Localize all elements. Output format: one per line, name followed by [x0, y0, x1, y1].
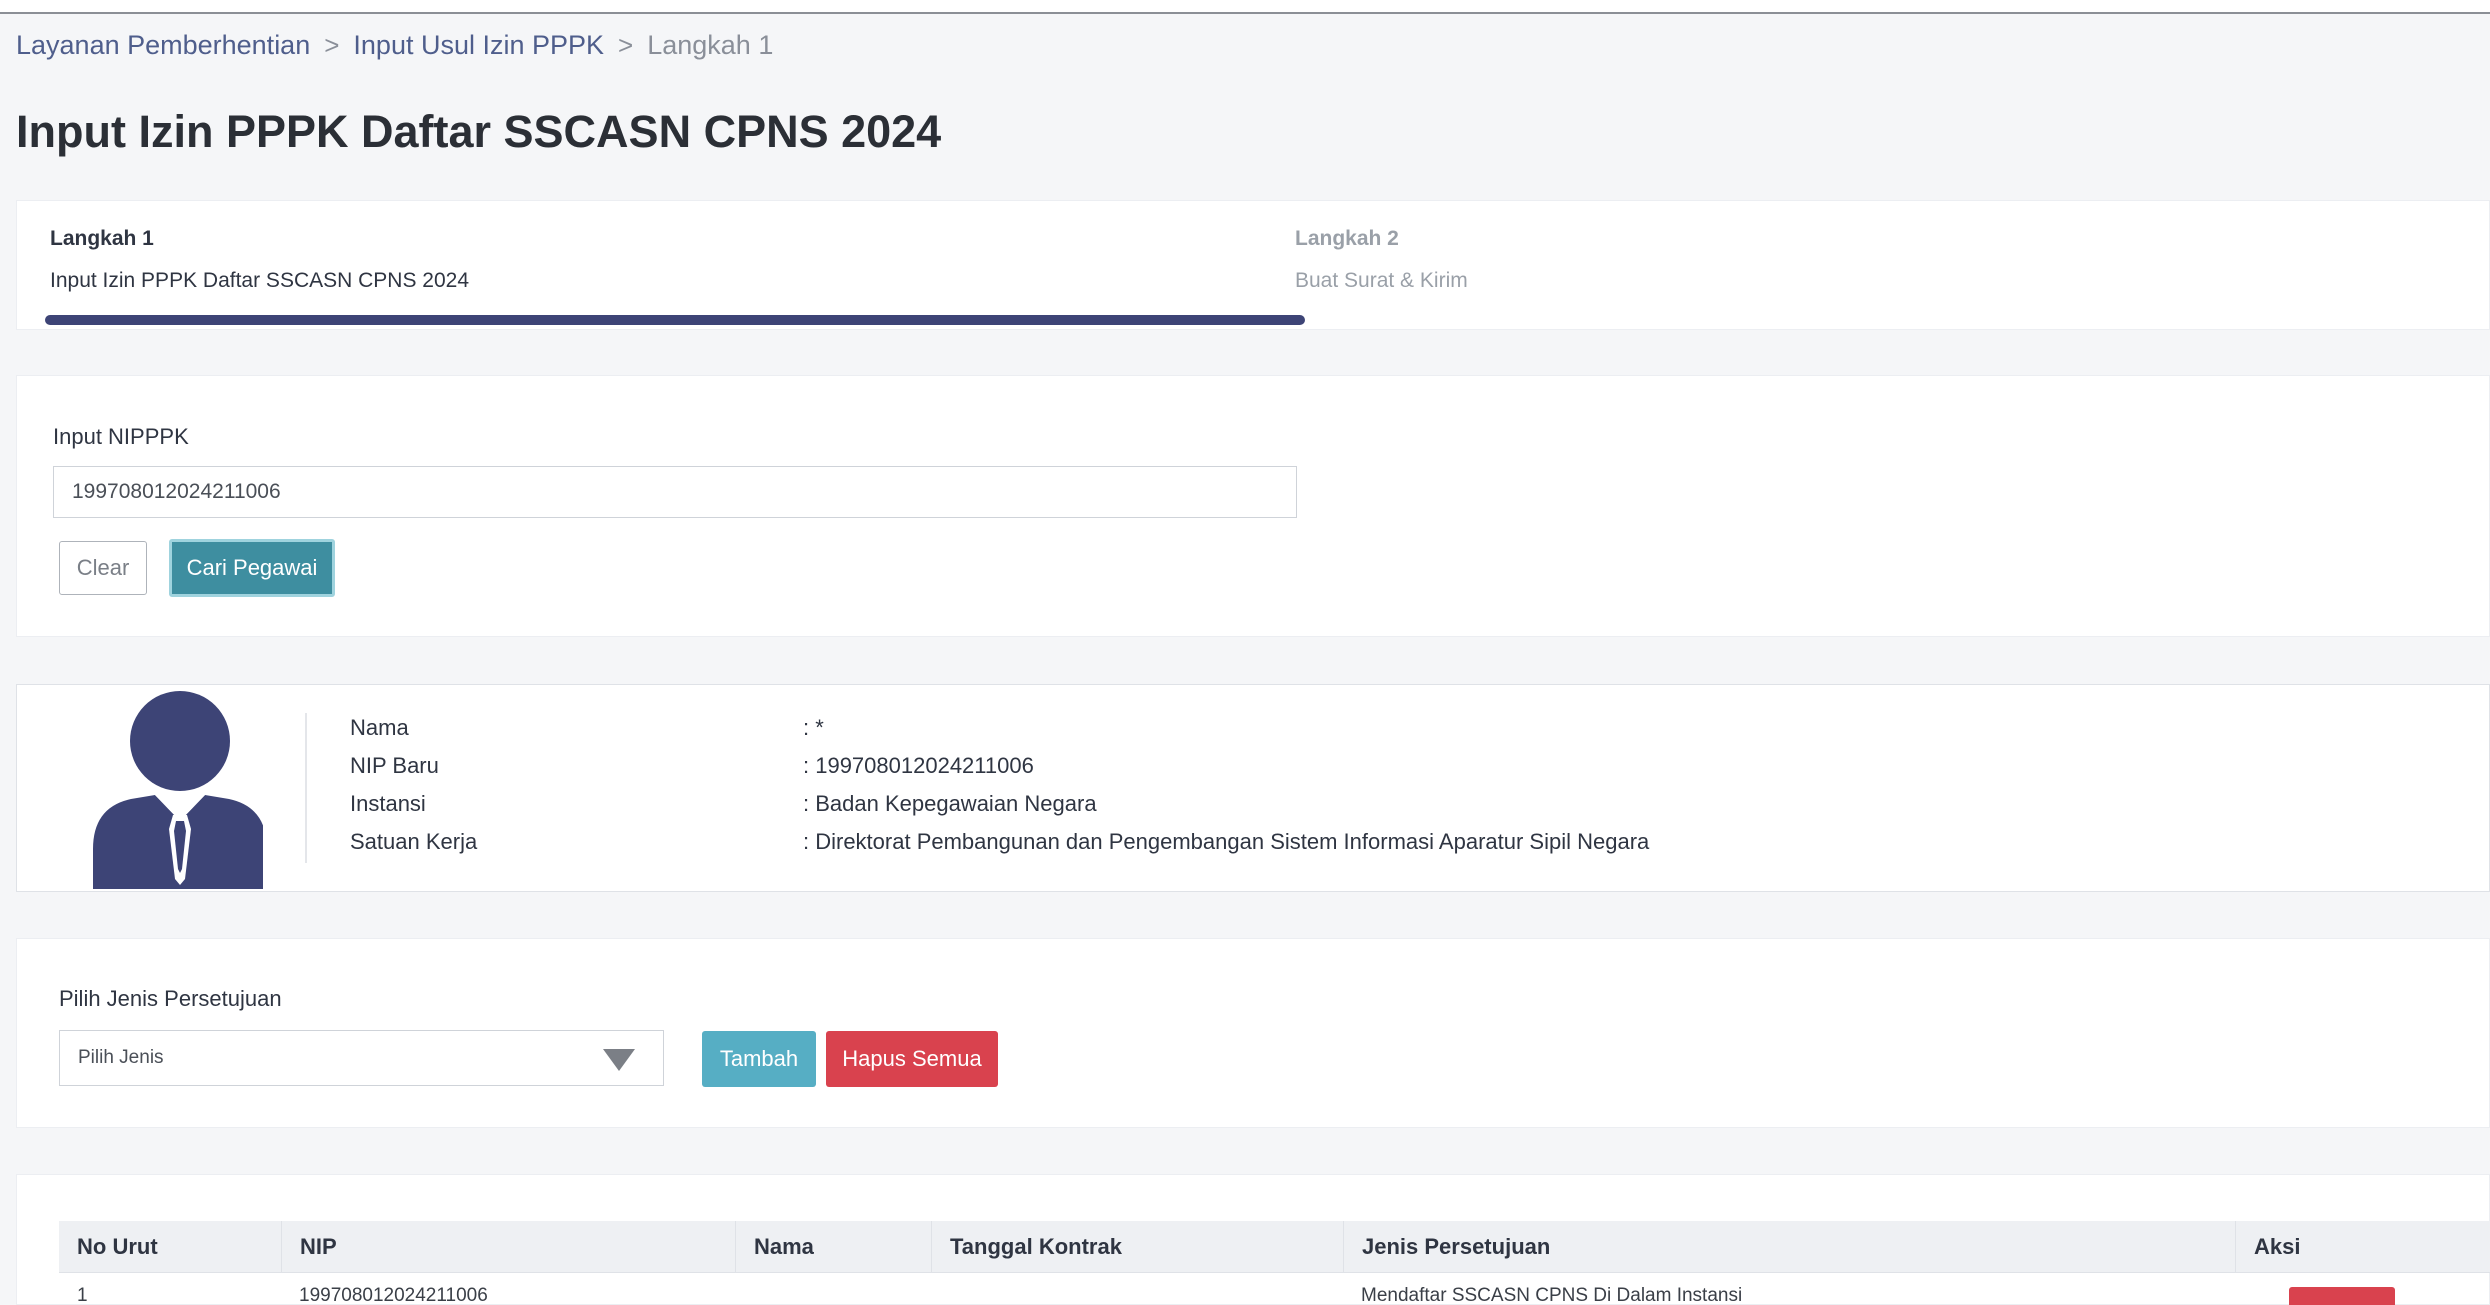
step-1-subtitle: Input Izin PPPK Daftar SSCASN CPNS 2024	[50, 269, 470, 292]
step-2-subtitle: Buat Surat & Kirim	[1295, 269, 1468, 292]
column-header-no-urut: No Urut	[77, 1234, 158, 1259]
field-label-instansi: Instansi	[350, 791, 426, 816]
page-title: Input Izin PPPK Daftar SSCASN CPNS 2024	[16, 106, 942, 157]
step-1-title: Langkah 1	[50, 227, 154, 250]
nip-input[interactable]	[53, 466, 1297, 518]
step-1[interactable]: Langkah 1 Input Izin PPPK Daftar SSCASN …	[50, 227, 469, 293]
column-header-nip: NIP	[281, 1221, 735, 1273]
column-header-aksi: Aksi	[2235, 1221, 2490, 1273]
approval-type-selected-value: Pilih Jenis	[78, 1047, 164, 1068]
approval-type-select[interactable]: Pilih Jenis	[59, 1030, 664, 1086]
column-header-jenis-persetujuan: Jenis Persetujuan	[1343, 1221, 2235, 1273]
nip-input-label: Input NIPPPK	[53, 424, 189, 449]
table-header: No Urut NIP Nama Tanggal Kontrak Jenis P…	[59, 1221, 2490, 1273]
table-row: 1 199708012024211006 Mendaftar SSCASN CP…	[59, 1273, 2490, 1305]
field-label-nama: Nama	[350, 715, 409, 740]
cell-jenis-persetujuan: Mendaftar SSCASN CPNS Di Dalam Instansi	[1361, 1285, 1743, 1305]
field-value-nip-baru: : 199708012024211006	[803, 753, 1034, 778]
field-value-instansi: : Badan Kepegawaian Negara	[803, 791, 1097, 816]
profile-divider	[305, 713, 307, 863]
approval-type-panel: Pilih Jenis Persetujuan Pilih Jenis Tamb…	[16, 938, 2490, 1128]
stepper: Langkah 1 Input Izin PPPK Daftar SSCASN …	[16, 200, 2490, 330]
breadcrumb-item-layanan[interactable]: Layanan Pemberhentian	[16, 30, 310, 61]
field-label-satuan-kerja: Satuan Kerja	[350, 829, 478, 854]
field-label-nip-baru: NIP Baru	[350, 753, 439, 778]
window-top-edge	[0, 0, 2490, 14]
user-avatar-icon	[93, 691, 263, 889]
column-header-nama: Nama	[735, 1221, 931, 1273]
row-delete-button[interactable]	[2289, 1287, 2395, 1305]
field-value-nama: : *	[803, 715, 824, 740]
employee-profile-panel: Nama : * NIP Baru : 199708012024211006 I…	[16, 684, 2490, 892]
approval-type-label: Pilih Jenis Persetujuan	[59, 986, 282, 1011]
breadcrumb-item-input-usul[interactable]: Input Usul Izin PPPK	[353, 30, 604, 61]
step-progress-bar	[45, 315, 1305, 325]
cell-no-urut: 1	[77, 1285, 88, 1305]
approval-table-panel: No Urut NIP Nama Tanggal Kontrak Jenis P…	[16, 1174, 2490, 1305]
delete-all-button[interactable]: Hapus Semua	[826, 1031, 998, 1087]
breadcrumb: Layanan Pemberhentian > Input Usul Izin …	[16, 30, 773, 61]
search-employee-button[interactable]: Cari Pegawai	[169, 539, 335, 597]
field-value-satuan-kerja: : Direktorat Pembangunan dan Pengembanga…	[803, 829, 1650, 854]
breadcrumb-separator: >	[324, 30, 340, 60]
breadcrumb-separator: >	[618, 30, 634, 60]
chevron-down-icon	[603, 1049, 635, 1071]
clear-button[interactable]: Clear	[59, 541, 147, 595]
breadcrumb-item-current: Langkah 1	[647, 30, 774, 60]
cell-nip: 199708012024211006	[299, 1285, 488, 1305]
step-2-title: Langkah 2	[1295, 227, 1399, 250]
column-header-tanggal-kontrak: Tanggal Kontrak	[931, 1221, 1343, 1273]
step-2[interactable]: Langkah 2 Buat Surat & Kirim	[1295, 227, 1468, 293]
nip-search-panel: Input NIPPPK Clear Cari Pegawai	[16, 375, 2490, 637]
add-button[interactable]: Tambah	[702, 1031, 816, 1087]
